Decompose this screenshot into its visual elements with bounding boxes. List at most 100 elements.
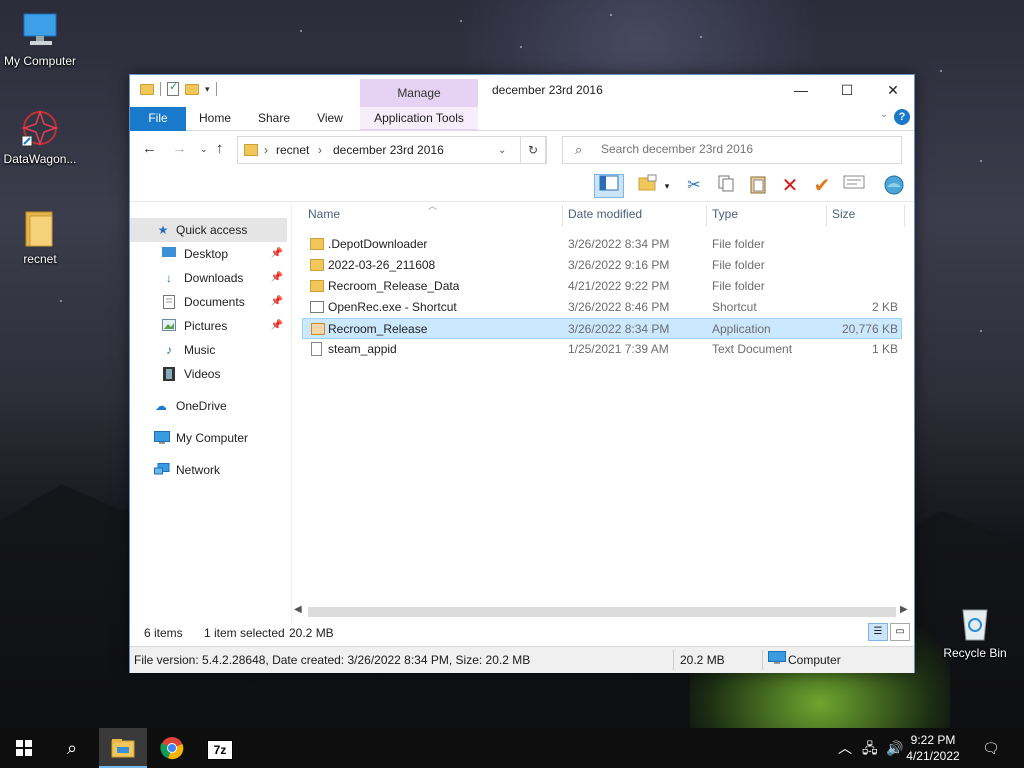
recent-locations-icon[interactable]: ⌄ [200,144,208,155]
column-divider[interactable] [826,205,827,227]
scrollbar-thumb[interactable] [308,607,896,617]
clock-date: 4/21/2022 [906,749,960,763]
sidebar-item-quick-access[interactable]: ★ Quick access [130,218,287,242]
properties-icon[interactable] [167,80,179,96]
tab-home[interactable]: Home [190,107,240,131]
minimize-button[interactable]: — [778,75,824,105]
taskbar-clock[interactable]: 9:22 PM 4/21/2022 [898,732,968,764]
up-arrow-icon[interactable]: ↑ [216,140,224,157]
properties-icon[interactable] [842,174,866,198]
column-header-type[interactable]: Type [712,207,738,221]
breadcrumb-current[interactable]: december 23rd 2016 [333,143,444,157]
scroll-right-icon[interactable]: ▶ [900,604,908,615]
large-icons-view-icon[interactable]: ▭ [890,623,910,641]
notifications-icon[interactable]: 🗨 [982,728,1000,768]
table-row[interactable]: OpenRec.exe - Shortcut 3/26/2022 8:46 PM… [302,297,902,318]
window-title: december 23rd 2016 [492,83,603,97]
column-divider[interactable] [562,205,563,227]
scroll-left-icon[interactable]: ◀ [294,604,302,615]
rename-check-icon[interactable]: ✔ [810,174,834,198]
sidebar-item-pictures[interactable]: Pictures 📌 [130,314,287,338]
details-divider [762,650,763,670]
table-row[interactable]: .DepotDownloader 3/26/2022 8:34 PM File … [302,234,902,255]
7zip-label: 7z [207,740,233,760]
address-dropdown-icon[interactable]: ⌄ [498,145,506,156]
search-input[interactable] [601,142,891,156]
close-button[interactable]: ✕ [870,75,916,105]
explorer-window: ▾ Manage december 23rd 2016 — ☐ ✕ File H… [129,74,915,673]
details-view-icon[interactable]: ☰ [868,623,888,641]
back-arrow-icon[interactable]: ← [142,140,157,157]
customize-qat-dropdown-icon[interactable]: ▾ [205,84,210,95]
preview-pane-icon[interactable] [594,174,624,198]
sidebar-item-downloads[interactable]: ↓ Downloads 📌 [130,266,287,290]
pin-icon[interactable]: 📌 [271,290,283,314]
file-explorer-icon[interactable] [99,728,147,768]
film-icon [162,367,176,381]
table-row[interactable]: Recroom_Release_Data 4/21/2022 9:22 PM F… [302,276,902,297]
column-header-name[interactable]: Name [308,207,340,221]
chrome-icon[interactable] [148,728,196,768]
pin-icon[interactable]: 📌 [271,314,283,338]
details-size: 20.2 MB [680,653,725,667]
table-row[interactable]: steam_appid 1/25/2021 7:39 AM Text Docum… [302,339,902,360]
sidebar-item-onedrive[interactable]: ☁ OneDrive [130,394,287,418]
pin-icon[interactable]: 📌 [271,266,283,290]
title-bar: ▾ Manage december 23rd 2016 — ☐ ✕ [130,75,914,107]
search-box[interactable]: ⌕ [562,136,902,164]
tab-share[interactable]: Share [248,107,300,131]
address-bar[interactable]: › recnet › december 23rd 2016 ⌄ [237,136,547,164]
column-header-size[interactable]: Size [832,207,855,221]
sidebar-item-my-computer[interactable]: My Computer [130,426,287,450]
new-folder-icon[interactable] [185,83,199,95]
show-hidden-icons-icon[interactable]: ︿ [838,728,852,768]
tab-file[interactable]: File [130,107,186,131]
desktop-icon-datawagon[interactable]: DataWagon... [0,108,80,166]
desktop-icon-recnet[interactable]: recnet [0,208,80,266]
tab-application-tools[interactable]: Application Tools [360,107,478,131]
sidebar-item-documents[interactable]: Documents 📌 [130,290,287,314]
refresh-icon[interactable]: ↻ [520,136,546,164]
table-row[interactable]: 2022-03-26_211608 3/26/2022 9:16 PM File… [302,255,902,276]
folder-icon [244,144,258,156]
column-header-date[interactable]: Date modified [568,207,642,221]
7zip-icon[interactable]: 7z [196,728,244,768]
breadcrumb-separator-icon[interactable]: › [264,143,268,157]
sidebar-item-desktop[interactable]: Desktop 📌 [130,242,287,266]
shell-globe-icon[interactable] [882,174,906,198]
desktop-icon-label: recnet [23,252,57,266]
file-size: 1 KB [871,342,898,356]
start-windows-icon[interactable] [0,728,48,768]
folder-icon [140,83,154,95]
tab-view[interactable]: View [306,107,354,131]
sidebar-item-network[interactable]: Network [130,458,287,482]
copy-icon[interactable] [714,174,738,198]
paste-icon[interactable] [746,174,770,198]
delete-icon[interactable]: ✕ [778,174,802,198]
desktop-icon-my-computer[interactable]: My Computer [0,10,80,68]
cut-icon[interactable]: ✂ [682,174,706,198]
folder-icon [310,238,324,250]
manage-context-tab[interactable]: Manage [360,79,478,107]
breadcrumb-recnet[interactable]: recnet [276,143,309,157]
file-type: Shortcut [712,300,757,314]
ribbon-expand-icon[interactable]: ⌄ [880,109,888,120]
column-divider[interactable] [904,205,905,227]
forward-arrow-icon[interactable]: → [172,140,187,157]
maximize-button[interactable]: ☐ [824,75,870,105]
help-icon[interactable]: ? [894,109,910,125]
network-tray-icon[interactable]: 🖧 [862,728,878,768]
desktop-icon-recycle-bin[interactable]: Recycle Bin [935,602,1015,660]
column-divider[interactable] [706,205,707,227]
status-bar: 6 items 1 item selected 20.2 MB ☰ ▭ [130,623,914,645]
horizontal-scrollbar[interactable]: ◀ ▶ [292,604,914,620]
sidebar-item-videos[interactable]: Videos [130,362,287,386]
file-date: 1/25/2021 7:39 AM [568,342,669,356]
dropdown-arrow-icon[interactable]: ▾ [660,174,674,198]
pin-icon[interactable]: 📌 [271,242,283,266]
search-icon[interactable]: ⌕ [48,728,96,768]
breadcrumb-separator-icon[interactable]: › [318,143,322,157]
sidebar-item-music[interactable]: ♪ Music [130,338,287,362]
new-folder-icon[interactable] [636,174,660,198]
table-row-selected[interactable]: Recroom_Release 3/26/2022 8:34 PM Applic… [302,318,902,339]
